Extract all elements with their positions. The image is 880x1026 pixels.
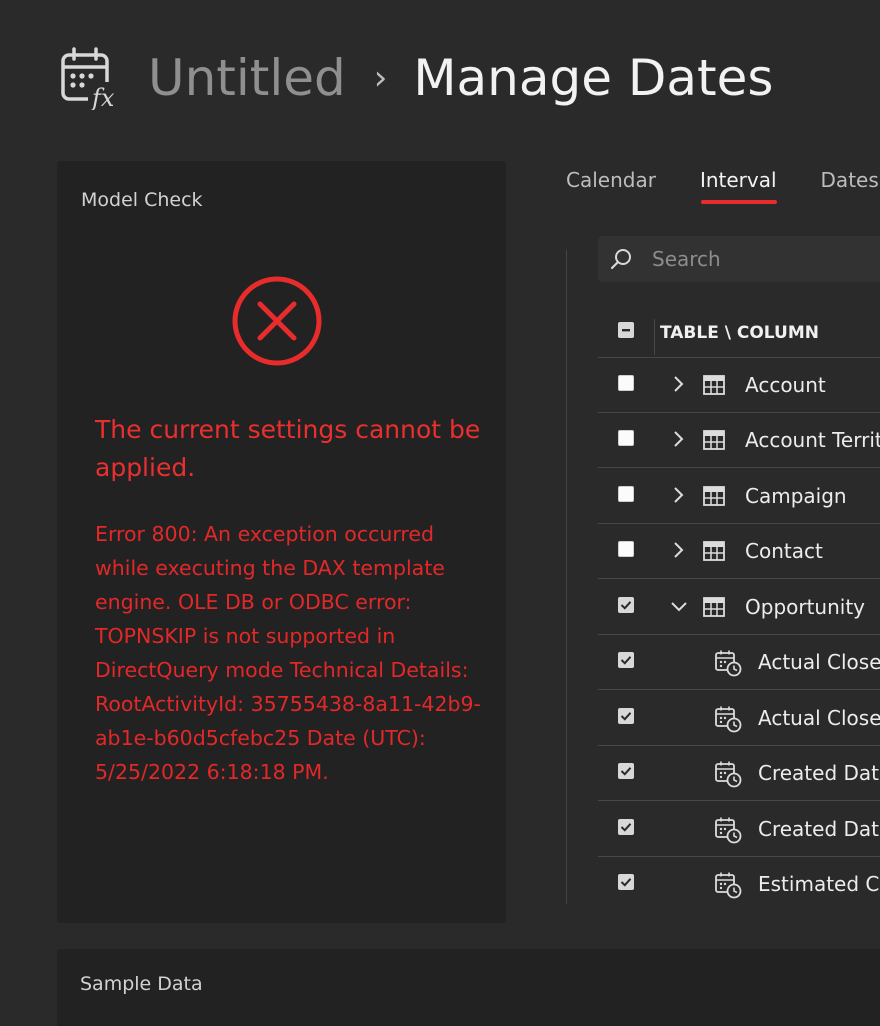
date-column-icon [715, 817, 742, 844]
table-row[interactable]: Actual Close [598, 634, 880, 690]
row-checkbox[interactable] [618, 874, 634, 890]
table-row[interactable]: Created Date [598, 745, 880, 801]
row-label: Account Territo [745, 428, 880, 452]
error-x-circle-icon [232, 276, 322, 366]
table-icon [703, 486, 725, 506]
search-box [598, 236, 880, 282]
content-divider [566, 250, 567, 904]
column-header-table-column: TABLE \ COLUMN [660, 323, 819, 343]
tab-dates[interactable]: Dates [821, 168, 879, 192]
chevron-right-icon[interactable] [670, 429, 688, 449]
date-column-icon [715, 761, 742, 788]
table-icon [703, 430, 725, 450]
date-column-icon [715, 872, 742, 899]
row-checkbox[interactable] [618, 430, 634, 446]
header-divider [654, 319, 655, 355]
row-checkbox[interactable] [618, 708, 634, 724]
svg-text:fx: fx [90, 84, 115, 110]
manage-dates-page: fx Untitled › Manage Dates Model Check T… [0, 0, 880, 1026]
row-label: Estimated Clo [758, 872, 880, 896]
sample-data-panel: Sample Data [57, 949, 880, 1026]
chevron-right-icon[interactable] [670, 540, 688, 560]
row-label: Account [745, 373, 826, 397]
table-row[interactable]: Created Date [598, 801, 880, 857]
page-title: Manage Dates [413, 49, 774, 107]
table-row[interactable]: Actual Close [598, 690, 880, 746]
table-row[interactable]: Estimated Clo [598, 856, 880, 911]
row-label: Created Date [758, 761, 880, 785]
row-checkbox[interactable] [618, 819, 634, 835]
table-row[interactable]: Opportunity [598, 579, 880, 635]
row-checkbox[interactable] [618, 486, 634, 502]
page-header: fx Untitled › Manage Dates [58, 40, 773, 116]
chevron-right-icon[interactable] [670, 485, 688, 505]
tab-calendar[interactable]: Calendar [566, 168, 656, 192]
row-label: Campaign [745, 484, 847, 508]
chevron-right-icon[interactable] [670, 374, 688, 394]
search-input[interactable] [650, 242, 880, 276]
error-message: Error 800: An exception occurred while e… [95, 522, 481, 784]
table-row[interactable]: Account Territo [598, 412, 880, 468]
row-label: Created Date [758, 817, 880, 841]
date-column-icon [715, 650, 742, 677]
sample-data-title: Sample Data [80, 973, 203, 995]
tab-bar: Calendar Interval Dates [566, 168, 879, 204]
row-checkbox[interactable] [618, 597, 634, 613]
row-label: Contact [745, 539, 823, 563]
model-check-panel: Model Check The current settings cannot … [57, 161, 506, 923]
table-icon [703, 375, 725, 395]
row-checkbox[interactable] [618, 763, 634, 779]
row-label: Actual Close [758, 650, 880, 674]
row-checkbox[interactable] [618, 541, 634, 557]
table-row[interactable]: Contact [598, 523, 880, 579]
row-label: Opportunity [745, 595, 866, 619]
row-checkbox[interactable] [618, 375, 634, 391]
date-column-icon [715, 706, 742, 733]
row-checkbox[interactable] [618, 652, 634, 668]
breadcrumb-separator: › [373, 58, 388, 98]
row-label: Actual Close [758, 706, 880, 730]
table-header: TABLE \ COLUMN [598, 307, 880, 358]
error-heading: The current settings cannot be applied. [95, 415, 481, 482]
chevron-down-icon[interactable] [670, 596, 688, 616]
table-row[interactable]: Campaign [598, 468, 880, 524]
table-row[interactable]: Account [598, 357, 880, 413]
search-icon [610, 249, 631, 270]
breadcrumb-untitled[interactable]: Untitled [148, 53, 346, 103]
table-icon [703, 541, 725, 561]
select-all-checkbox[interactable] [618, 322, 634, 338]
calendar-fx-icon: fx [61, 47, 122, 110]
model-check-title: Model Check [81, 189, 203, 211]
tab-interval[interactable]: Interval [700, 168, 777, 204]
table-icon [703, 597, 725, 617]
